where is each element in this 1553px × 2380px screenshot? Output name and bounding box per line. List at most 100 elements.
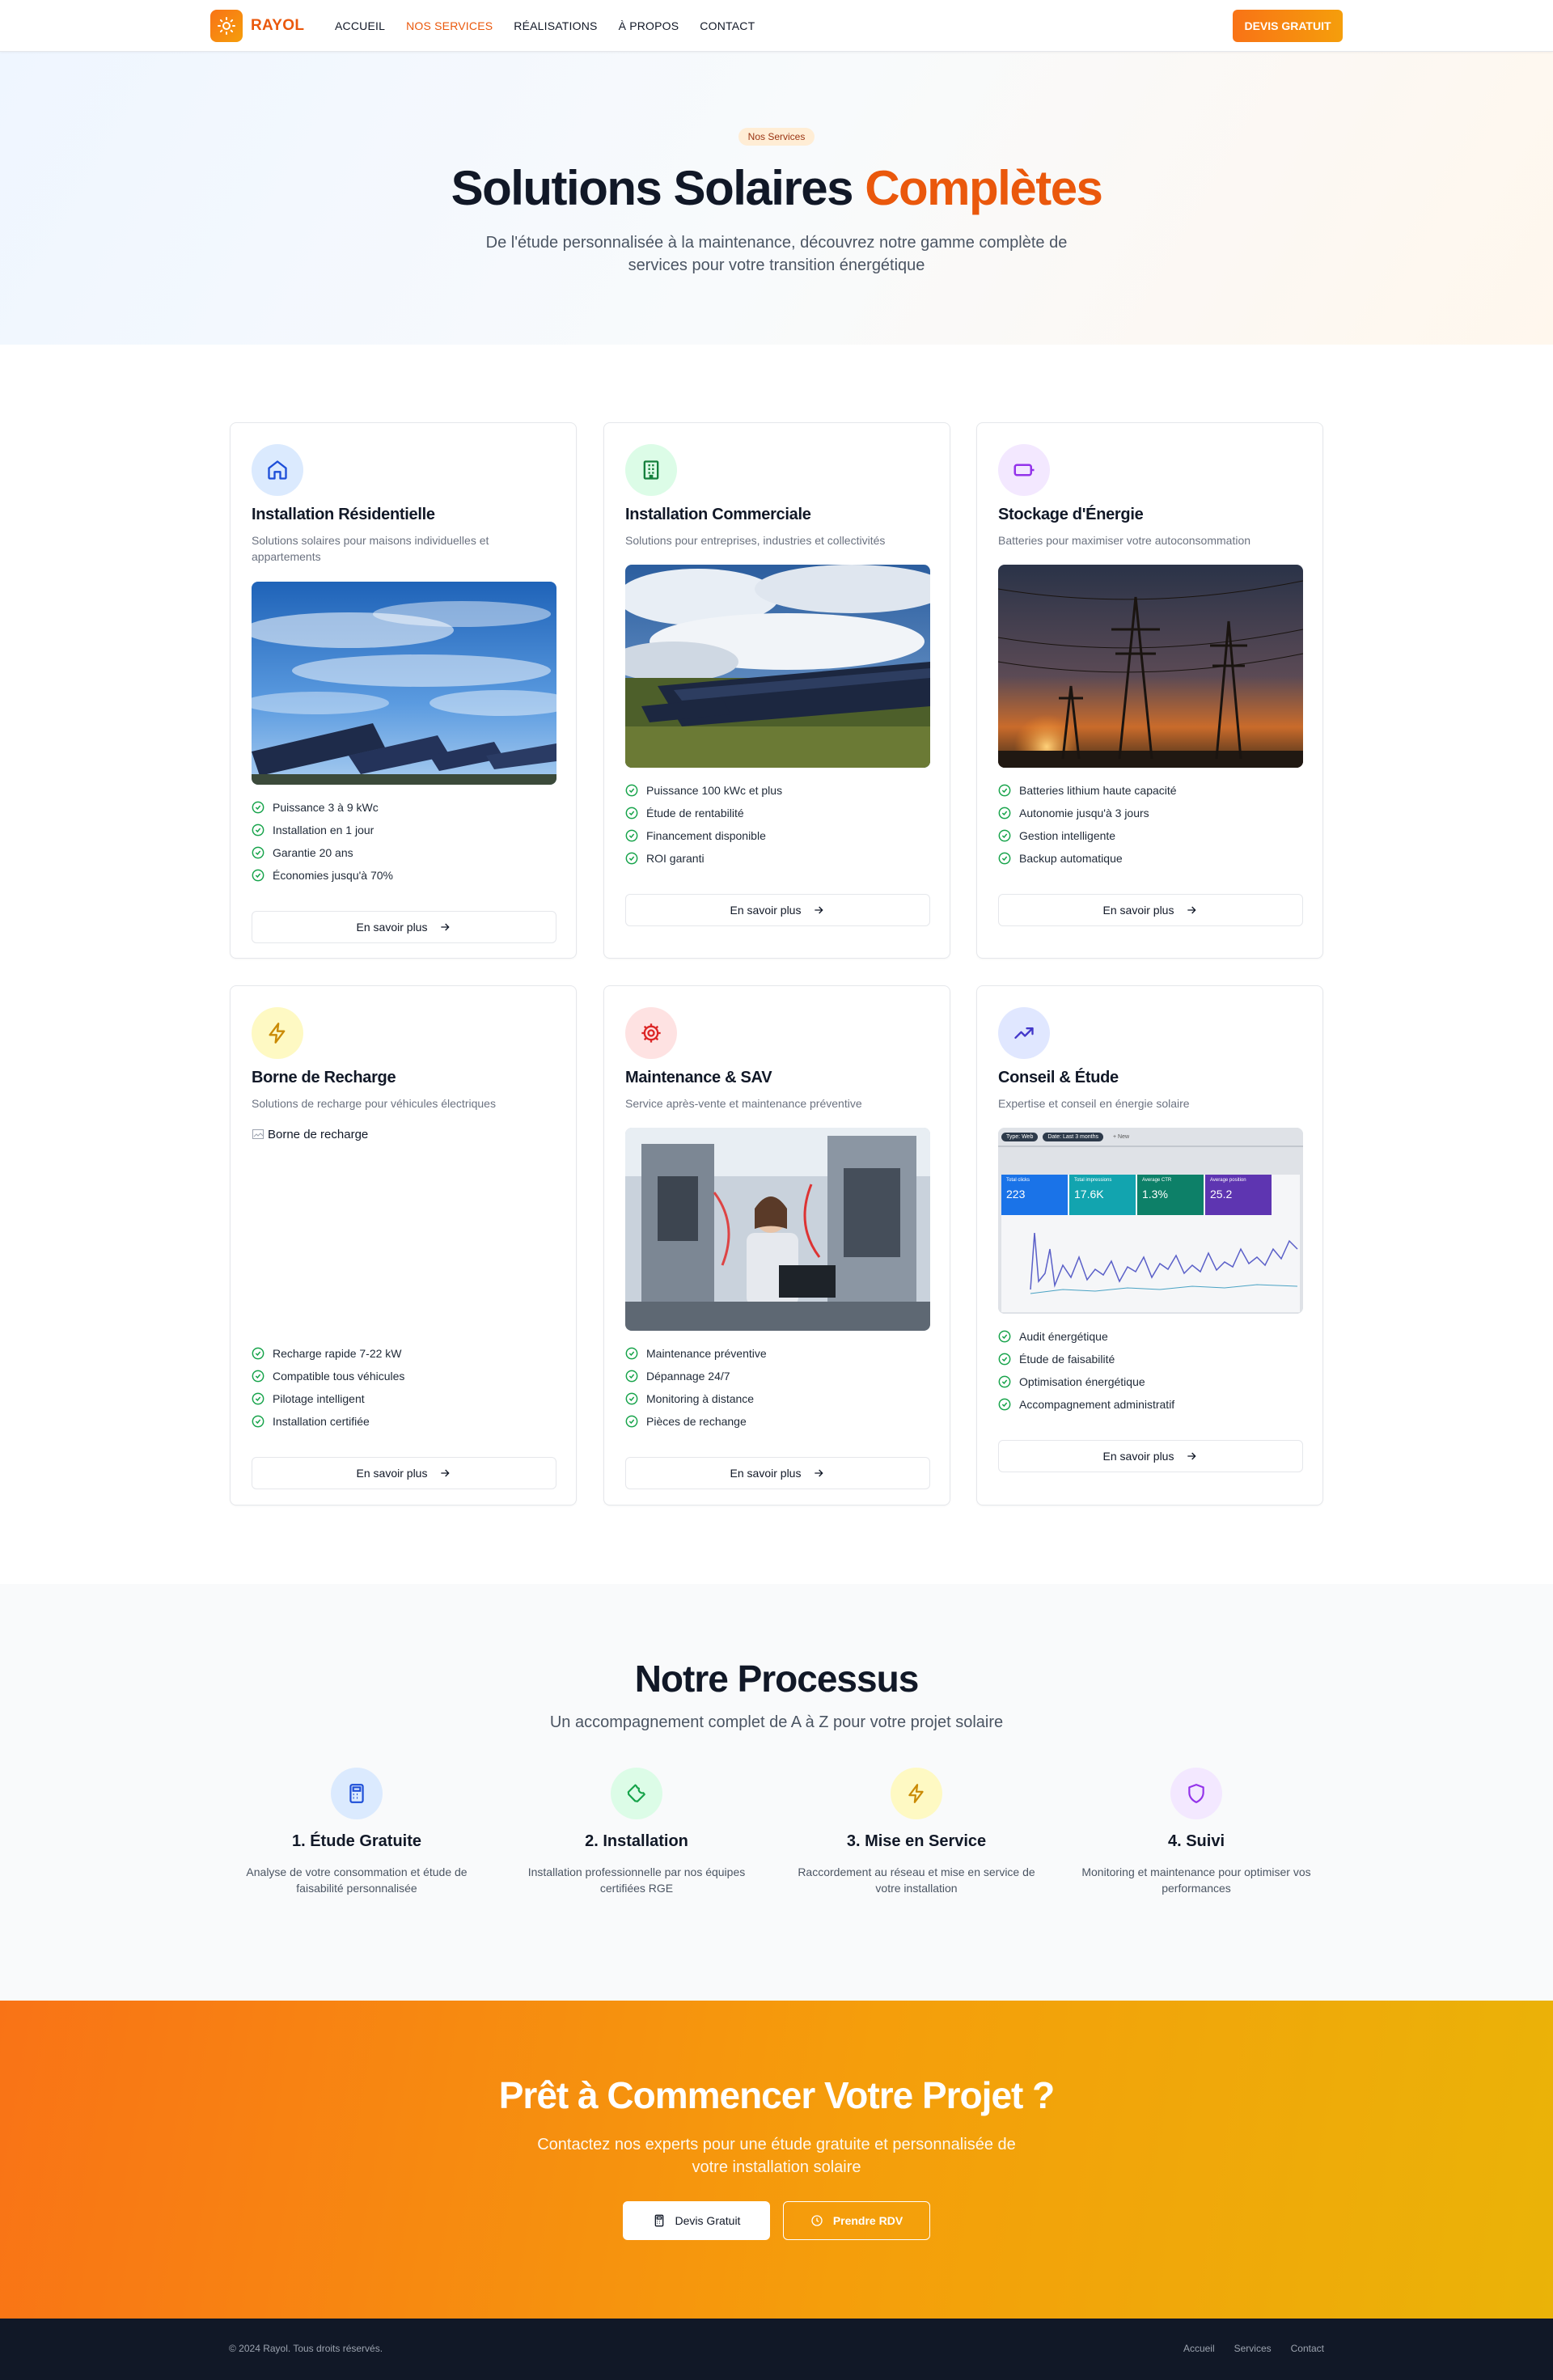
footer-link-contact[interactable]: Contact xyxy=(1291,2343,1324,2354)
check-circle-icon xyxy=(998,1398,1011,1411)
feature-list: Maintenance préventive Dépannage 24/7 Mo… xyxy=(625,1342,929,1433)
card-description: Batteries pour maximiser votre autoconso… xyxy=(998,534,1251,547)
check-circle-icon xyxy=(625,807,638,819)
prendre-rdv-button[interactable]: Prendre RDV xyxy=(783,2201,930,2240)
feature-item: Puissance 100 kWc et plus xyxy=(625,779,929,802)
check-circle-icon xyxy=(625,1347,638,1360)
nav-link-accueil[interactable]: ACCUEIL xyxy=(335,19,385,32)
nav-link-a-propos[interactable]: À PROPOS xyxy=(619,19,679,32)
metric-value: 25.2 xyxy=(1210,1188,1233,1201)
filter-chips: Type: Web Date: Last 3 months + New xyxy=(1001,1133,1134,1142)
feature-text: Compatible tous véhicules xyxy=(273,1370,405,1383)
feature-item: ROI garanti xyxy=(625,847,929,870)
feature-list: Batteries lithium haute capacité Autonom… xyxy=(998,779,1301,870)
button-label: En savoir plus xyxy=(1102,1450,1174,1463)
en-savoir-plus-button[interactable]: En savoir plus xyxy=(252,1457,556,1490)
footer-link-accueil[interactable]: Accueil xyxy=(1183,2343,1215,2354)
hero-section: Nos Services Solutions Solaires Complète… xyxy=(0,52,1553,345)
feature-item: Backup automatique xyxy=(998,847,1301,870)
process-subtitle: Un accompagnement complet de A à Z pour … xyxy=(549,1713,1004,1731)
en-savoir-plus-button[interactable]: En savoir plus xyxy=(625,1457,930,1490)
brand-name: RAYOL xyxy=(251,17,305,34)
check-circle-icon xyxy=(252,1347,264,1360)
process-step: 1. Étude Gratuite Analyse de votre conso… xyxy=(231,1768,482,1897)
brand-logo[interactable]: RAYOL xyxy=(210,10,304,42)
check-circle-icon xyxy=(998,1353,1011,1366)
broken-image-placeholder: Borne de recharge xyxy=(252,1128,556,1331)
footer-link-services[interactable]: Services xyxy=(1234,2343,1272,2354)
feature-item: Recharge rapide 7-22 kW xyxy=(252,1342,555,1365)
battery-icon xyxy=(998,444,1050,496)
filter-chip[interactable]: Type: Web xyxy=(1001,1133,1039,1142)
feature-text: Économies jusqu'à 70% xyxy=(273,868,393,882)
calculator-icon xyxy=(331,1768,383,1819)
step-description: Analyse de votre consommation et étude d… xyxy=(246,1865,468,1895)
sun-icon xyxy=(210,10,243,42)
new-filter-chip[interactable]: + New xyxy=(1108,1133,1134,1141)
nav-link-realisations[interactable]: RÉALISATIONS xyxy=(514,19,597,32)
step-description: Monitoring et maintenance pour optimiser… xyxy=(1081,1865,1311,1895)
calculator-icon xyxy=(654,2214,663,2227)
nav-link-services[interactable]: NOS SERVICES xyxy=(406,19,493,32)
en-savoir-plus-button[interactable]: En savoir plus xyxy=(625,894,930,927)
check-circle-icon xyxy=(625,1370,638,1383)
service-card-borne: Borne de Recharge Solutions de recharge … xyxy=(230,985,577,1505)
check-circle-icon xyxy=(252,801,264,813)
devis-gratuit-button[interactable]: DEVIS GRATUIT xyxy=(1233,10,1343,42)
settings-icon xyxy=(625,1007,677,1059)
cta-buttons: Devis Gratuit Prendre RDV xyxy=(0,2201,1553,2240)
card-description: Solutions solaires pour maisons individu… xyxy=(252,534,489,564)
feature-text: Optimisation énergétique xyxy=(1019,1375,1145,1389)
feature-text: Pièces de rechange xyxy=(646,1415,747,1429)
home-icon xyxy=(252,444,303,496)
check-circle-icon xyxy=(252,824,264,836)
metric-value: 1.3% xyxy=(1142,1188,1168,1201)
feature-text: Accompagnement administratif xyxy=(1019,1398,1175,1412)
process-step: 3. Mise en Service Raccordement au résea… xyxy=(791,1768,1042,1897)
feature-item: Accompagnement administratif xyxy=(998,1393,1301,1416)
nav-links: ACCUEIL NOS SERVICES RÉALISATIONS À PROP… xyxy=(335,0,755,52)
step-description: Raccordement au réseau et mise en servic… xyxy=(798,1865,1035,1895)
feature-item: Maintenance préventive xyxy=(625,1342,929,1365)
feature-item: Étude de faisabilité xyxy=(998,1348,1301,1370)
feature-text: Garantie 20 ans xyxy=(273,845,353,859)
step-title: 3. Mise en Service xyxy=(846,1832,987,1850)
feature-text: Batteries lithium haute capacité xyxy=(1019,784,1177,798)
feature-text: Maintenance préventive xyxy=(646,1347,767,1361)
feature-item: Économies jusqu'à 70% xyxy=(252,864,555,887)
feature-text: Dépannage 24/7 xyxy=(646,1370,730,1383)
check-circle-icon xyxy=(998,1375,1011,1388)
en-savoir-plus-button[interactable]: En savoir plus xyxy=(998,894,1303,927)
process-step: 4. Suivi Monitoring et maintenance pour … xyxy=(1071,1768,1322,1897)
feature-text: Étude de faisabilité xyxy=(1019,1353,1115,1366)
filter-chip[interactable]: Date: Last 3 months xyxy=(1043,1133,1103,1142)
copyright: © 2024 Rayol. Tous droits réservés. xyxy=(229,2343,383,2354)
wrench-icon xyxy=(611,1768,662,1819)
arrow-right-icon xyxy=(441,923,451,931)
en-savoir-plus-button[interactable]: En savoir plus xyxy=(998,1440,1303,1473)
feature-item: Garantie 20 ans xyxy=(252,841,555,864)
en-savoir-plus-button[interactable]: En savoir plus xyxy=(252,910,556,943)
feature-item: Dépannage 24/7 xyxy=(625,1365,929,1387)
feature-item: Pièces de rechange xyxy=(625,1410,929,1433)
button-label: Prendre RDV xyxy=(832,2214,903,2227)
check-circle-icon xyxy=(252,869,264,881)
arrow-right-icon xyxy=(1187,1452,1197,1460)
footer-links: Accueil Services Contact xyxy=(1183,2343,1324,2354)
feature-text: Installation en 1 jour xyxy=(273,823,374,836)
button-label: En savoir plus xyxy=(1102,904,1174,917)
feature-text: Puissance 100 kWc et plus xyxy=(646,784,783,798)
feature-text: Recharge rapide 7-22 kW xyxy=(273,1347,402,1361)
nav-link-contact[interactable]: CONTACT xyxy=(700,19,755,32)
process-steps: 1. Étude Gratuite Analyse de votre conso… xyxy=(0,1768,1553,1897)
button-label: En savoir plus xyxy=(356,920,428,934)
feature-text: Pilotage intelligent xyxy=(273,1392,365,1406)
feature-text: Financement disponible xyxy=(646,829,766,843)
process-title: Notre Processus xyxy=(634,1658,920,1700)
button-label: En savoir plus xyxy=(356,1467,428,1480)
feature-text: Autonomie jusqu'à 3 jours xyxy=(1019,807,1149,820)
arrow-right-icon xyxy=(441,1469,451,1477)
building-icon xyxy=(625,444,677,496)
section-badge: Nos Services xyxy=(738,128,815,146)
devis-gratuit-cta-button[interactable]: Devis Gratuit xyxy=(623,2201,770,2240)
